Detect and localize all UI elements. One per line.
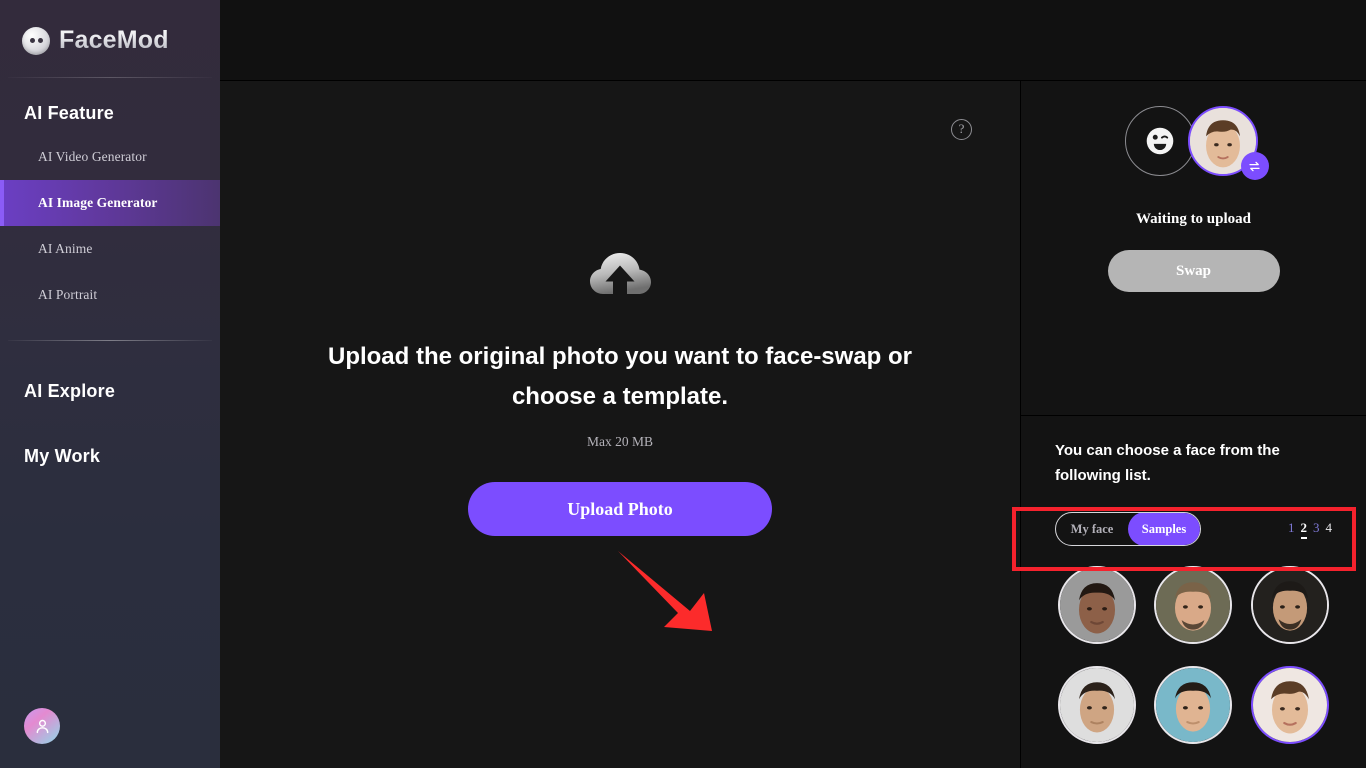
page-1-button[interactable]: 1 [1288, 520, 1295, 539]
user-avatar-icon[interactable] [24, 708, 60, 744]
sidebar-item-my-work[interactable]: My Work [0, 402, 220, 467]
brand-name: FaceMod [59, 26, 169, 54]
swap-preview-section: Waiting to upload Swap [1021, 81, 1366, 416]
tab-my-face[interactable]: My face [1056, 513, 1128, 545]
pagination: 1 2 3 4 [1288, 520, 1332, 539]
swap-arrows-icon[interactable] [1240, 152, 1269, 180]
face-thumbnail-4[interactable] [1058, 666, 1137, 744]
face-thumbnail-1[interactable] [1058, 566, 1137, 644]
sidebar: FaceMod AI Feature AI Video Generator AI… [0, 0, 220, 768]
face-source-toggle[interactable]: My face Samples [1055, 512, 1201, 546]
sidebar-nav: AI Video Generator AI Image Generator AI… [0, 134, 220, 318]
main-column: ? Upload the original photo you want to … [220, 0, 1366, 768]
sidebar-item-label: AI Image Generator [38, 195, 158, 210]
page-4-button[interactable]: 4 [1326, 520, 1333, 539]
facemod-app-window: FaceMod AI Feature AI Video Generator AI… [0, 0, 1366, 768]
choose-face-instruction: You can choose a face from the following… [1055, 442, 1280, 484]
swap-button[interactable]: Swap [1107, 250, 1280, 292]
top-bar [220, 0, 1366, 81]
sidebar-item-label: AI Anime [38, 241, 93, 256]
max-size-hint: Max 20 MB [586, 434, 653, 449]
swap-status-text: Waiting to upload [1135, 211, 1252, 227]
face-thumbnail-grid [1021, 566, 1366, 744]
sidebar-divider-top [8, 77, 212, 78]
sidebar-item-ai-anime[interactable]: AI Anime [0, 226, 220, 272]
upload-photo-button[interactable]: Upload Photo [468, 482, 772, 536]
face-list-section: You can choose a face from the following… [1021, 416, 1366, 768]
tab-samples[interactable]: Samples [1128, 513, 1200, 545]
face-thumbnail-2[interactable] [1154, 566, 1233, 644]
winking-face-placeholder-icon[interactable] [1124, 106, 1195, 176]
sidebar-item-label: AI Video Generator [38, 149, 147, 164]
red-arrow-annotation-icon [618, 551, 712, 631]
cloud-upload-icon [586, 245, 654, 299]
sidebar-section-ai-feature: AI Feature [24, 103, 115, 123]
page-title: Upload the original photo you want to fa… [327, 343, 912, 410]
face-thumbnail-5[interactable] [1154, 666, 1233, 744]
sidebar-item-label: AI Portrait [38, 287, 98, 302]
page-2-button[interactable]: 2 [1300, 520, 1307, 539]
sidebar-item-ai-image-generator[interactable]: AI Image Generator [0, 180, 220, 226]
face-pair-preview [1099, 106, 1289, 190]
sidebar-item-ai-video-generator[interactable]: AI Video Generator [0, 134, 220, 180]
workspace-row: ? Upload the original photo you want to … [220, 81, 1366, 768]
face-thumbnail-6[interactable] [1250, 666, 1329, 744]
page-3-button[interactable]: 3 [1313, 520, 1320, 539]
sidebar-item-ai-portrait[interactable]: AI Portrait [0, 272, 220, 318]
face-circle-icon [22, 26, 50, 55]
upload-panel[interactable]: ? Upload the original photo you want to … [220, 81, 1020, 768]
face-thumbnail-3[interactable] [1250, 566, 1329, 644]
face-swap-panel: Waiting to upload Swap You can choose a … [1020, 81, 1366, 768]
sidebar-item-ai-explore[interactable]: AI Explore [0, 341, 220, 402]
brand-logo[interactable]: FaceMod [0, 0, 220, 55]
question-mark-icon[interactable]: ? [951, 119, 972, 140]
face-source-controls: My face Samples 1 2 3 4 [1021, 506, 1366, 552]
